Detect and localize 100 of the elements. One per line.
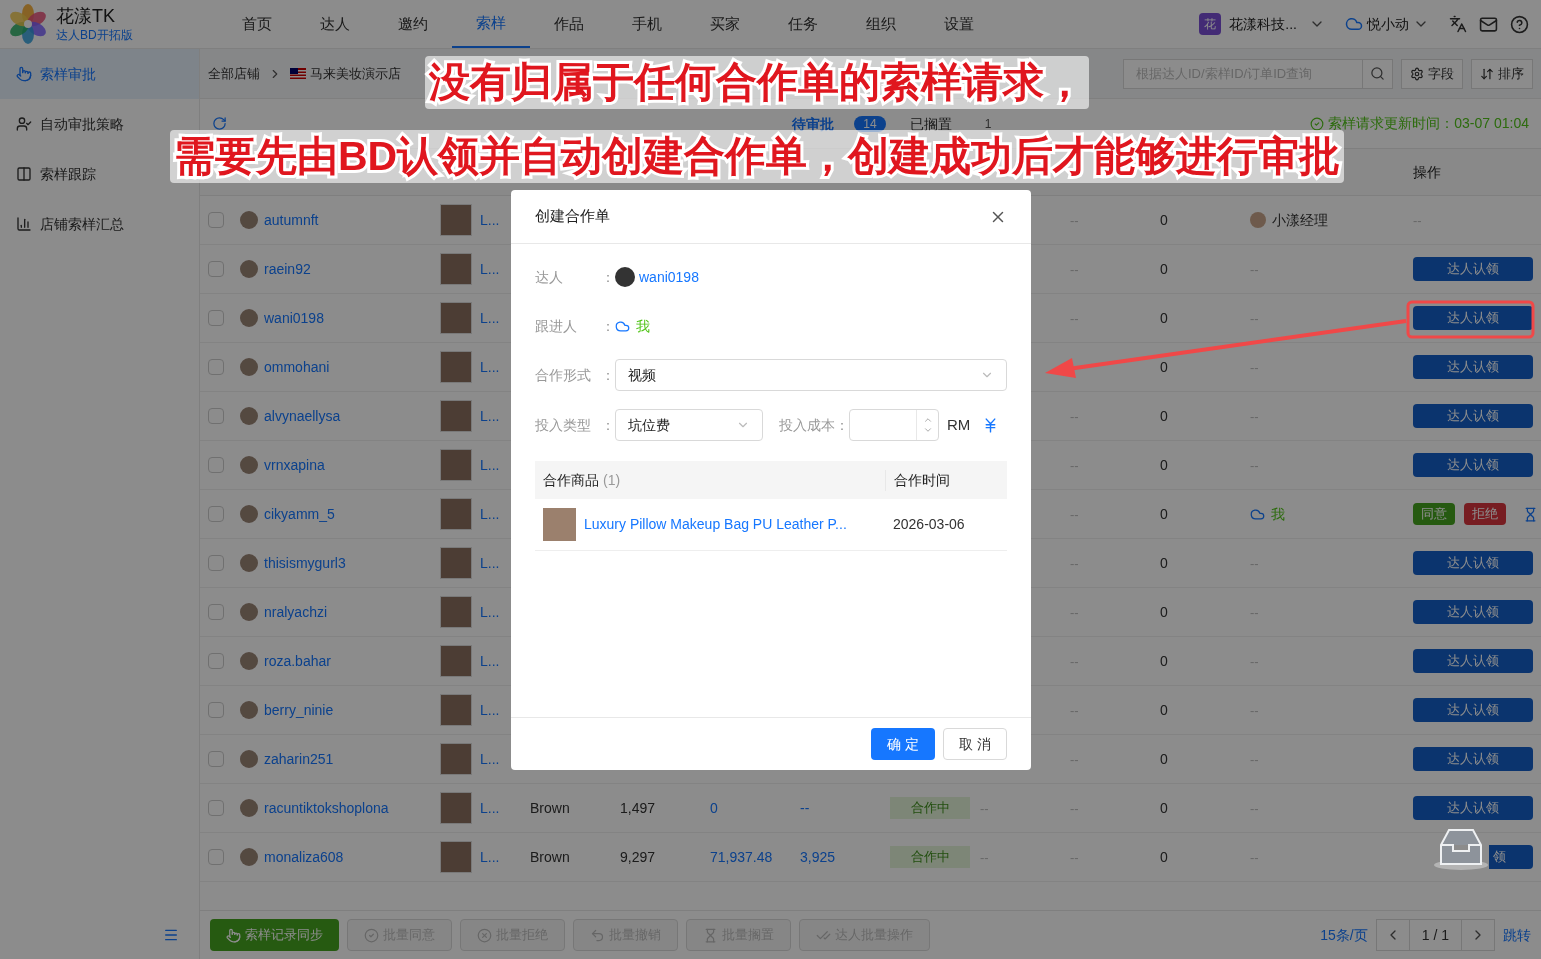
toolbar-button[interactable]: 排序 (1471, 58, 1533, 89)
claim-button[interactable]: 达人认领 (1413, 355, 1533, 379)
field-label: 跟进人 (535, 316, 578, 336)
mail-icon[interactable] (1479, 14, 1498, 34)
breadcrumb-link[interactable]: 全部店铺 (208, 63, 260, 84)
confirm-button[interactable]: 确 定 (871, 728, 935, 760)
refresh-icon[interactable] (212, 116, 227, 131)
product-link[interactable]: L... (480, 405, 500, 427)
product-link[interactable]: L... (480, 307, 500, 329)
creator-link[interactable]: cikyamm_5 (264, 503, 335, 525)
nav-tab[interactable]: 首页 (218, 0, 296, 48)
creator-link[interactable]: wani0198 (264, 307, 324, 329)
creator-link[interactable]: wani0198 (639, 266, 699, 288)
product-link[interactable]: L... (480, 552, 500, 574)
product-link[interactable]: L... (480, 846, 500, 868)
cancel-button[interactable]: 取 消 (943, 728, 1007, 760)
claim-button[interactable]: 达人认领 (1413, 796, 1533, 820)
translate-icon[interactable] (1449, 15, 1467, 33)
nav-tab[interactable]: 买家 (686, 0, 764, 48)
nav-tab[interactable]: 任务 (764, 0, 842, 48)
row-checkbox[interactable] (208, 751, 224, 767)
product-link[interactable]: L... (480, 503, 500, 525)
creator-link[interactable]: roza.bahar (264, 650, 331, 672)
claim-button[interactable]: 达人认领 (1413, 698, 1533, 722)
product-link[interactable]: L... (480, 209, 500, 231)
nav-tab[interactable]: 邀约 (374, 0, 452, 48)
select-field[interactable]: 视频 (615, 359, 1007, 391)
row-checkbox[interactable] (208, 555, 224, 571)
row-checkbox[interactable] (208, 408, 224, 424)
sidebar-item[interactable]: 店铺索样汇总 (0, 199, 199, 249)
row-checkbox[interactable] (208, 506, 224, 522)
creator-link[interactable]: raein92 (264, 258, 311, 280)
number-field[interactable] (849, 409, 939, 441)
creator-link[interactable]: monaliza608 (264, 846, 344, 868)
toolbar-button[interactable]: 字段 (1401, 58, 1463, 89)
sidebar-icon (16, 166, 32, 182)
select-field[interactable]: 坑位费 (615, 409, 763, 441)
nav-tab[interactable]: 组织 (842, 0, 920, 48)
increment-icon[interactable] (922, 415, 933, 425)
claim-button[interactable]: 达人认领 (1413, 453, 1533, 477)
page-size-select[interactable]: 15条/页 (1320, 924, 1368, 946)
status-tag: 合作中 (890, 846, 970, 868)
product-link[interactable]: L... (480, 356, 500, 378)
product-link[interactable]: L... (480, 699, 500, 721)
search-icon[interactable] (1370, 66, 1385, 81)
status-tab[interactable]: 已搁置 (910, 116, 952, 131)
claim-button[interactable]: 达人认领 (1413, 257, 1533, 281)
reject-button[interactable]: 拒绝 (1464, 503, 1506, 525)
avatar (240, 603, 258, 621)
hourglass-icon[interactable] (1523, 506, 1538, 522)
creator-link[interactable]: zaharin251 (264, 748, 334, 770)
help-icon[interactable] (1510, 14, 1529, 34)
product-link[interactable]: L... (480, 601, 500, 623)
store-name[interactable]: 马来美妆演示店 (310, 63, 401, 84)
nav-tab[interactable]: 手机 (608, 0, 686, 48)
creator-link[interactable]: vrnxapina (264, 454, 325, 476)
nav-tab[interactable]: 设置 (920, 0, 998, 48)
row-checkbox[interactable] (208, 261, 224, 277)
creator-link[interactable]: racuntiktokshoplona (264, 797, 389, 819)
nav-tab[interactable]: 达人 (296, 0, 374, 48)
jump-link[interactable]: 跳转 (1503, 924, 1531, 946)
nav-tab[interactable]: 作品 (530, 0, 608, 48)
row-checkbox[interactable] (208, 212, 224, 228)
sidebar-item[interactable]: 索样审批 (0, 49, 199, 99)
claim-button[interactable]: 达人认领 (1413, 404, 1533, 428)
status-tab[interactable]: 待审批 (792, 116, 834, 131)
creator-link[interactable]: berry_ninie (264, 699, 334, 721)
agree-button[interactable]: 同意 (1413, 503, 1455, 525)
decrement-icon[interactable] (922, 425, 933, 435)
tab-count: 1 (983, 115, 993, 132)
claim-button[interactable]: 领 (1489, 845, 1533, 869)
claim-button[interactable]: 达人认领 (1413, 551, 1533, 575)
creator-link[interactable]: alvynaellysa (264, 405, 341, 427)
creator-link[interactable]: thisismygurl3 (264, 552, 346, 574)
row-checkbox[interactable] (208, 800, 224, 816)
user-name[interactable]: 悦小动 (1367, 13, 1409, 35)
claim-button[interactable]: 达人认领 (1413, 747, 1533, 771)
claim-button[interactable]: 达人认领 (1413, 649, 1533, 673)
claim-button[interactable]: 达人认领 (1413, 306, 1533, 330)
product-link[interactable]: L... (480, 258, 500, 280)
claim-button[interactable]: 达人认领 (1413, 600, 1533, 624)
row-checkbox[interactable] (208, 457, 224, 473)
creator-link[interactable]: nralyachzi (264, 601, 328, 623)
row-checkbox[interactable] (208, 604, 224, 620)
batch-button[interactable]: 索样记录同步 (210, 919, 339, 951)
row-checkbox[interactable] (208, 653, 224, 669)
table-cell: 0 (710, 799, 718, 816)
row-checkbox[interactable] (208, 310, 224, 326)
row-checkbox[interactable] (208, 359, 224, 375)
product-link[interactable]: Luxury Pillow Makeup Bag PU Leather P... (584, 514, 847, 535)
creator-link[interactable]: autumnft (264, 209, 319, 231)
row-checkbox[interactable] (208, 702, 224, 718)
product-link[interactable]: L... (480, 797, 500, 819)
creator-link[interactable]: ommohani (264, 356, 330, 378)
product-link[interactable]: L... (480, 650, 500, 672)
org-name[interactable]: 花漾科技... (1229, 13, 1297, 35)
row-checkbox[interactable] (208, 849, 224, 865)
avatar (240, 358, 258, 376)
product-link[interactable]: L... (480, 454, 500, 476)
product-link[interactable]: L... (480, 748, 500, 770)
